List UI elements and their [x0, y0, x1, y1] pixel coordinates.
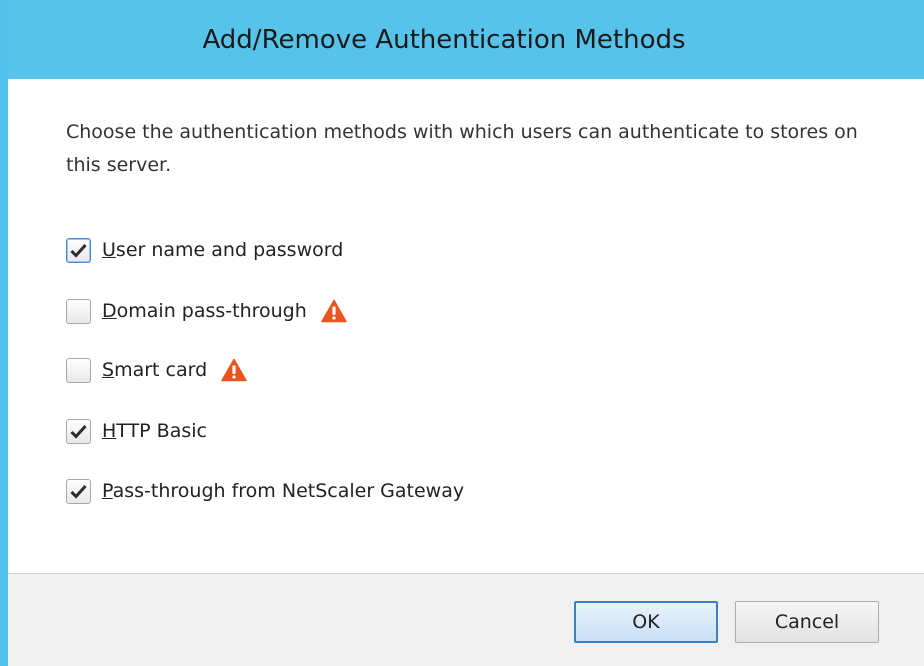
option-netscaler-gateway[interactable]: Pass-through from NetScaler Gateway [66, 476, 464, 506]
checkbox-http-basic[interactable] [66, 418, 91, 444]
dialog-footer: OK Cancel [8, 573, 924, 666]
option-user-name-password[interactable]: User name and password [66, 235, 343, 265]
auth-methods-dialog: Add/Remove Authentication Methods Choose… [8, 0, 924, 666]
option-http-basic[interactable]: HTTP Basic [66, 416, 207, 446]
checkbox-netscaler-gateway[interactable] [66, 478, 91, 504]
option-domain-pass-through[interactable]: Domain pass-through [66, 296, 347, 326]
checkmark-icon [70, 424, 87, 439]
option-smart-card[interactable]: Smart card [66, 355, 247, 385]
option-label: Smart card [102, 359, 208, 381]
option-label: User name and password [102, 239, 344, 261]
title-bar: Add/Remove Authentication Methods [8, 0, 924, 79]
dialog-description: Choose the authentication methods with w… [66, 121, 858, 176]
checkbox-domain-pass-through[interactable] [66, 298, 91, 324]
warning-icon [221, 358, 247, 382]
checkbox-smart-card[interactable] [66, 357, 91, 383]
warning-icon [321, 299, 347, 323]
cancel-button[interactable]: Cancel [735, 601, 879, 643]
checkmark-icon [70, 484, 87, 499]
option-label: Domain pass-through [102, 300, 307, 322]
checkmark-icon [70, 243, 87, 258]
checkbox-user-name-password[interactable] [66, 237, 91, 263]
dialog-title: Add/Remove Authentication Methods [202, 24, 686, 55]
option-label: HTTP Basic [102, 420, 207, 442]
ok-button[interactable]: OK [574, 601, 718, 643]
option-label: Pass-through from NetScaler Gateway [102, 480, 465, 502]
